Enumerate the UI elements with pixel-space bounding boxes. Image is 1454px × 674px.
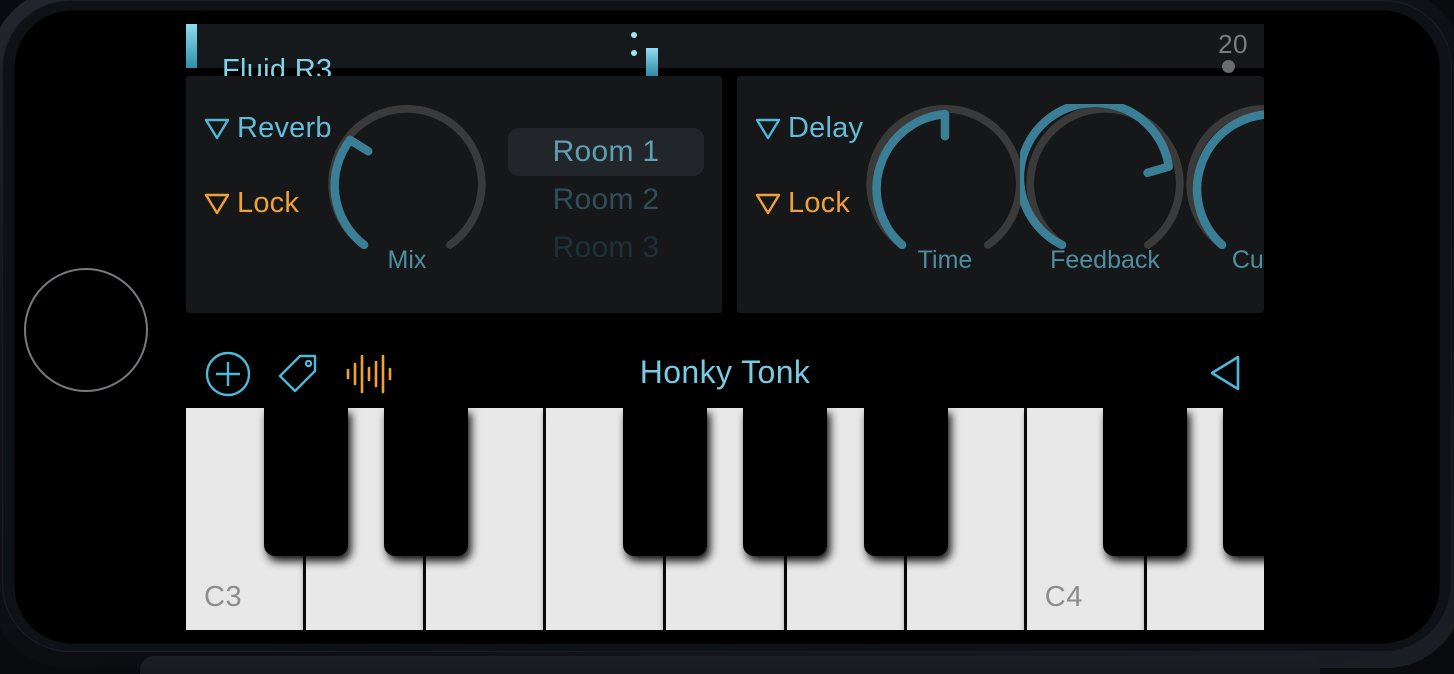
piano-keyboard[interactable]: C3 C4 xyxy=(186,408,1264,630)
reverb-preset-item[interactable]: Room 3 xyxy=(508,224,704,272)
delay-lock-label: Lock xyxy=(788,187,851,219)
fx-panel-row: Reverb Lock Mix Room 1 Room 2 Room 3 Del… xyxy=(186,76,1264,331)
preset-bar: Honky Tonk xyxy=(186,340,1264,400)
knob-cutoff[interactable]: Cutoff xyxy=(1180,104,1264,279)
white-key[interactable] xyxy=(546,408,664,630)
chevron-down-triangle-icon xyxy=(204,118,230,139)
reverb-lock-label: Lock xyxy=(237,187,300,219)
white-key-label: C3 xyxy=(204,581,243,613)
top-track-bar: Fluid R3 20 xyxy=(186,20,1264,86)
white-keys: C3 C4 xyxy=(186,408,1264,630)
delay-lock-row[interactable]: Lock xyxy=(755,189,863,218)
preset-back-button[interactable] xyxy=(1208,354,1242,397)
knob-feedback-label: Feedback xyxy=(1050,246,1160,274)
track-accent-bar xyxy=(186,24,197,68)
app-screenshot: Fluid R3 20 Reverb Lock Mix Room 1 Room … xyxy=(0,0,1454,674)
grip-dots-icon[interactable] xyxy=(631,32,639,60)
knob-cutoff-label: Cutoff xyxy=(1231,246,1264,274)
white-key[interactable] xyxy=(666,408,784,630)
fx-panel-delay: Delay Lock Time Feedback Cu xyxy=(737,76,1264,313)
knob-feedback[interactable]: Feedback xyxy=(1015,98,1190,279)
reverb-preset-item[interactable]: Room 2 xyxy=(508,176,704,224)
delay-labels: Delay Lock xyxy=(755,114,863,264)
chevron-down-triangle-icon xyxy=(755,118,781,139)
reverb-name-label: Reverb xyxy=(237,112,332,144)
white-key[interactable] xyxy=(786,408,904,630)
knob-time[interactable]: Time xyxy=(860,104,1030,279)
preset-title[interactable]: Honky Tonk xyxy=(186,354,1264,391)
knob-mix[interactable]: Mix xyxy=(322,104,492,279)
tempo-panel[interactable]: 20 xyxy=(1119,24,1264,73)
white-key-label: C4 xyxy=(1044,581,1083,613)
reverb-labels: Reverb Lock xyxy=(204,114,332,264)
white-key[interactable]: C3 xyxy=(186,408,304,630)
reverb-preset-item[interactable]: Room 1 xyxy=(508,128,704,176)
white-key[interactable]: C4 xyxy=(1026,408,1144,630)
triangle-left-icon[interactable] xyxy=(1208,354,1242,392)
white-key[interactable] xyxy=(906,408,1024,630)
reverb-lock-row[interactable]: Lock xyxy=(204,189,332,218)
fx-panel-reverb: Reverb Lock Mix Room 1 Room 2 Room 3 xyxy=(186,76,722,313)
knob-time-label: Time xyxy=(917,246,973,274)
tempo-value: 20 xyxy=(1218,29,1248,59)
white-key[interactable] xyxy=(426,408,544,630)
chevron-down-triangle-icon xyxy=(755,193,781,214)
reverb-preset-list[interactable]: Room 1 Room 2 Room 3 xyxy=(508,128,704,272)
reverb-name-row[interactable]: Reverb xyxy=(204,114,332,143)
track-mini-fader[interactable] xyxy=(646,48,658,76)
delay-name-row[interactable]: Delay xyxy=(755,114,863,143)
device-bottom-lip xyxy=(140,656,1320,674)
home-indicator-ring[interactable] xyxy=(24,268,148,392)
knob-mix-label: Mix xyxy=(387,246,427,274)
chevron-down-triangle-icon xyxy=(204,193,230,214)
white-key[interactable] xyxy=(1146,408,1264,630)
white-key[interactable] xyxy=(306,408,424,630)
app-screen: Fluid R3 20 Reverb Lock Mix Room 1 Room … xyxy=(186,20,1264,630)
delay-name-label: Delay xyxy=(788,112,864,144)
track-strip[interactable] xyxy=(186,24,1264,68)
record-dot-icon[interactable] xyxy=(1222,60,1235,73)
